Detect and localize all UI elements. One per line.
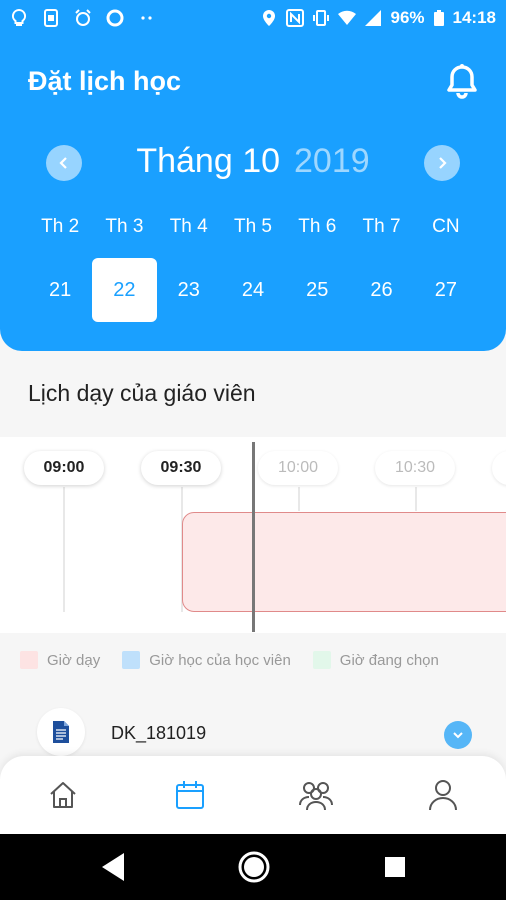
system-nav-bar [0,834,506,900]
time-chip: 10:00 [258,451,338,485]
day-cell[interactable]: 27 [414,258,478,322]
time-chip: 09:00 [24,451,104,485]
teaching-slot[interactable] [182,512,506,612]
nfc-icon [286,9,305,27]
document-item[interactable]: DK_181019 [0,705,506,761]
home-button-icon[interactable] [237,850,271,884]
bulb-icon [11,9,27,26]
bottom-nav [0,756,506,834]
wifi-icon [338,10,357,25]
status-bar: 96% 14:18 [0,0,506,36]
day-cell[interactable]: 21 [28,258,92,322]
current-time-line[interactable] [252,442,255,632]
day-cell-selected[interactable]: 22 [92,258,157,322]
day-cell[interactable]: 23 [157,258,221,322]
location-icon [263,10,276,26]
vibrate-icon [313,10,330,26]
nav-profile[interactable] [380,756,506,834]
time-gridline [298,487,300,511]
time-gridline [415,487,417,511]
legend-item: Giờ học của học viên [122,651,291,669]
weekday-label: Th 3 [105,216,144,237]
legend-label: Giờ đang chọn [339,651,439,669]
month-selector: Tháng 10 2019 [0,142,506,182]
month-name: Tháng 10 [136,142,281,180]
back-icon[interactable] [100,851,128,883]
time-chip: 10:30 [375,451,455,485]
nav-home[interactable] [0,756,127,834]
profile-icon [428,780,457,811]
month-year: 2019 [294,142,370,180]
legend-item: Giờ đang chọn [312,651,439,669]
alarm-icon [75,9,91,26]
weekday-label: Th 5 [233,216,272,237]
legend: Giờ dạy Giờ học của học viên Giờ đang ch… [20,651,461,669]
circle-icon [106,9,124,27]
weekday-label: Th 2 [41,216,80,237]
time-gridline [63,487,65,612]
day-cell[interactable]: 24 [221,258,285,322]
calendar-icon [175,781,204,809]
battery-icon [433,10,444,26]
weekday-label: Th 7 [362,216,401,237]
day-row: 21 22 23 24 25 26 27 [28,258,478,322]
time-chip-partial [492,451,506,485]
chevron-right-icon [439,157,447,169]
day-cell[interactable]: 25 [285,258,349,322]
day-cell[interactable]: 26 [349,258,413,322]
calendar-header: Đặt lịch học Tháng 10 2019 Th 2 Th 3 Th 4… [0,36,506,351]
document-icon-wrap [37,708,85,756]
group-icon [299,782,334,811]
battery-percent: 96% [390,8,425,27]
signal-icon [365,10,382,26]
page-title: Đặt lịch học [28,66,182,96]
more-dots-icon [141,16,152,20]
time-chip: 09:30 [141,451,221,485]
status-time: 14:18 [452,8,496,27]
weekday-label: Th 6 [298,216,337,237]
expand-button[interactable] [444,721,472,749]
schedule-timeline[interactable]: 09:00 09:30 10:00 10:30 [0,437,506,633]
bell-icon[interactable] [442,62,482,102]
next-month-button[interactable] [424,145,460,181]
home-icon [50,782,76,808]
recents-icon[interactable] [384,856,406,878]
schedule-title: Lịch dạy của giáo viên [28,380,256,406]
legend-swatch [312,651,331,669]
sim-icon [44,9,58,27]
nav-group[interactable] [253,756,380,834]
nav-calendar[interactable] [127,756,254,834]
weekday-label: CN [432,216,460,237]
chevron-down-icon [453,732,463,739]
legend-swatch [20,651,38,669]
document-name: DK_181019 [111,723,207,743]
legend-label: Giờ học của học viên [149,651,291,669]
weekday-label: Th 4 [169,216,208,237]
weekday-row: Th 2 Th 3 Th 4 Th 5 Th 6 Th 7 CN [28,216,478,238]
legend-swatch [122,651,141,669]
legend-item: Giờ dạy [20,651,100,669]
document-icon [53,721,69,743]
legend-label: Giờ dạy [47,651,101,669]
